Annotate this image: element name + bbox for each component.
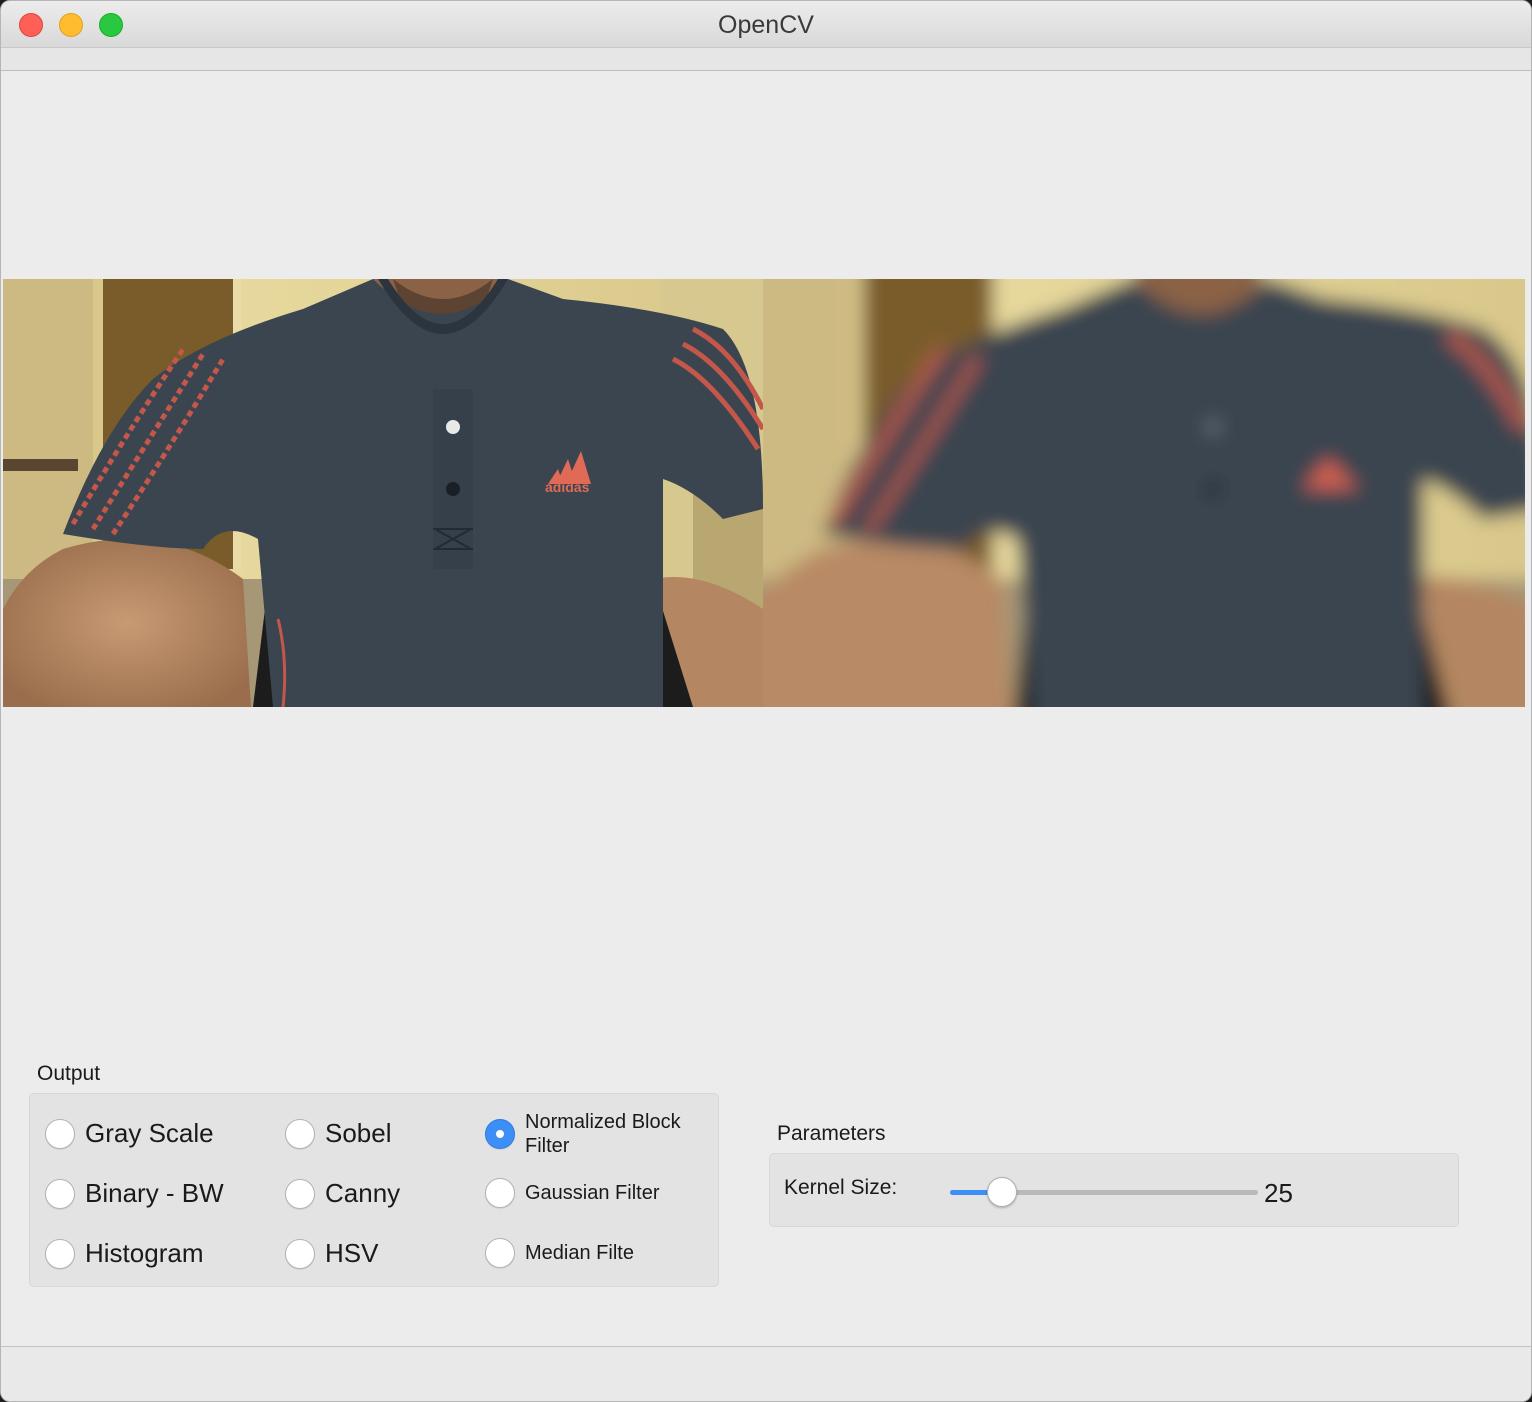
- radio-label: Binary - BW: [85, 1178, 224, 1208]
- radio-label: Canny: [325, 1178, 401, 1208]
- radio-label: HSV: [325, 1238, 379, 1268]
- opencv-window: OpenCV adidas Output Gray Scale Sobel No…: [0, 0, 1532, 1402]
- radio-gray-scale[interactable]: Gray Scale: [45, 1118, 214, 1149]
- radio-sobel[interactable]: Sobel: [285, 1118, 392, 1149]
- radio-label: Normalized Block Filter: [525, 1111, 681, 1157]
- logo-text: adidas: [545, 479, 590, 495]
- radio-label: Sobel: [325, 1118, 392, 1148]
- radio-binary-bw[interactable]: Binary - BW: [45, 1178, 224, 1209]
- radio-button[interactable]: [285, 1118, 315, 1149]
- radio-button[interactable]: [45, 1118, 75, 1149]
- radio-label: Median Filte: [525, 1242, 634, 1264]
- radio-button[interactable]: [45, 1238, 75, 1269]
- status-bar: [1, 1346, 1531, 1401]
- title-bar[interactable]: OpenCV: [1, 1, 1531, 48]
- radio-histogram[interactable]: Histogram: [45, 1238, 203, 1269]
- filtered-image: [763, 279, 1525, 707]
- radio-button[interactable]: [285, 1178, 315, 1209]
- radio-hsv[interactable]: HSV: [285, 1238, 378, 1269]
- kernel-size-label: Kernel Size:: [784, 1176, 898, 1199]
- radio-button[interactable]: [485, 1178, 515, 1208]
- window-title: OpenCV: [718, 11, 814, 39]
- kernel-size-slider[interactable]: [950, 1177, 1258, 1207]
- radio-canny[interactable]: Canny: [285, 1178, 400, 1209]
- radio-label: Gray Scale: [85, 1118, 214, 1148]
- radio-button[interactable]: [485, 1238, 515, 1268]
- radio-button[interactable]: [45, 1178, 75, 1209]
- radio-button-checked[interactable]: [485, 1119, 515, 1149]
- output-groupbox: Gray Scale Sobel Normalized Block Filter…: [29, 1093, 719, 1287]
- original-image: adidas: [3, 279, 763, 707]
- toolbar: [1, 48, 1531, 71]
- kernel-size-value: 25: [1264, 1178, 1293, 1208]
- radio-normalized-block-filter[interactable]: Normalized Block Filter: [485, 1110, 705, 1158]
- output-group-title: Output: [37, 1062, 101, 1085]
- radio-label: Gaussian Filter: [525, 1182, 660, 1204]
- radio-gaussian-filter[interactable]: Gaussian Filter: [485, 1178, 660, 1208]
- radio-button[interactable]: [285, 1238, 315, 1269]
- parameters-group-title: Parameters: [777, 1122, 886, 1145]
- radio-label: Histogram: [85, 1238, 204, 1268]
- radio-median-filter[interactable]: Median Filte: [485, 1238, 634, 1268]
- parameters-groupbox: Kernel Size: 25: [769, 1153, 1459, 1227]
- slider-knob[interactable]: [987, 1177, 1017, 1207]
